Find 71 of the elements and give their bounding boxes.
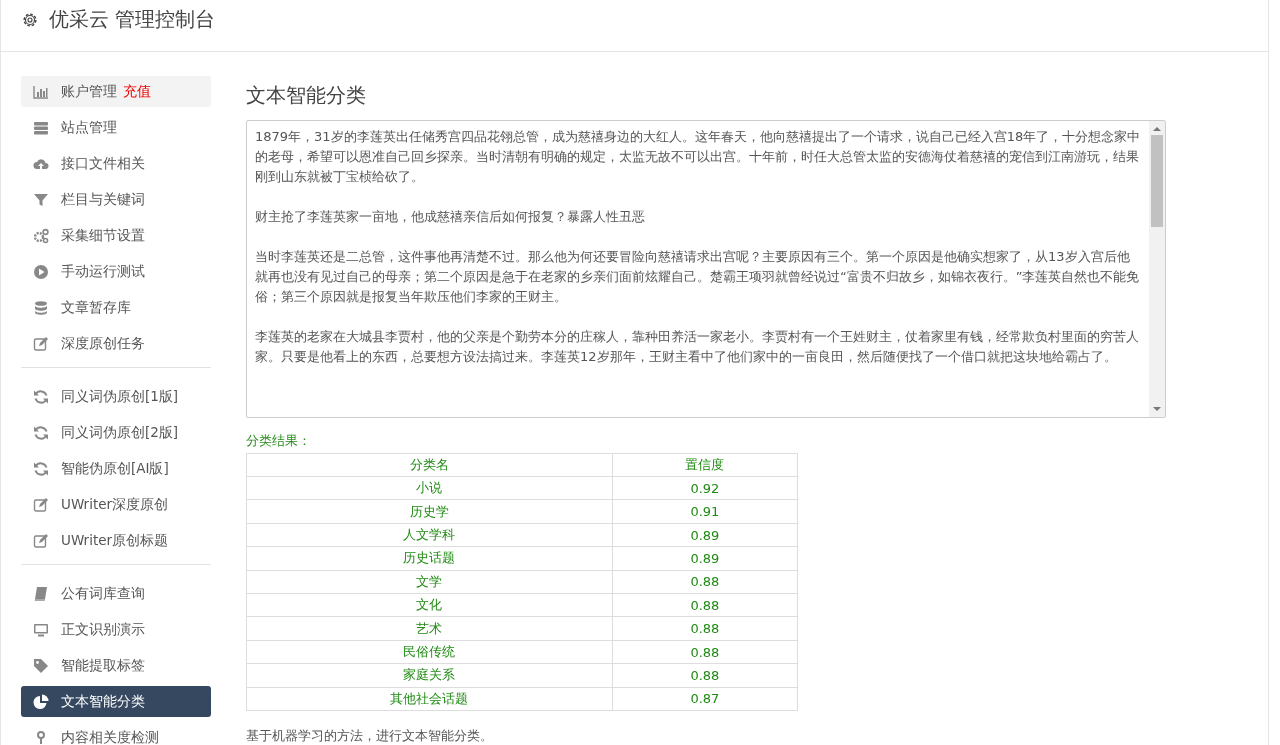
table-cell: 历史学 bbox=[246, 500, 613, 524]
edit-icon bbox=[33, 496, 49, 513]
play-icon bbox=[33, 263, 49, 280]
book-icon bbox=[33, 585, 49, 602]
article-paragraph: 财主抢了李莲英家一亩地，他成慈禧亲信后如何报复？暴露人性丑恶 bbox=[255, 208, 646, 226]
sidebar-item[interactable]: UWriter深度原创 bbox=[21, 489, 211, 520]
gears-icon bbox=[33, 227, 49, 244]
sidebar-item[interactable]: 深度原创任务 bbox=[21, 328, 211, 359]
refresh-icon bbox=[33, 460, 49, 477]
sidebar-item[interactable]: 文本智能分类 bbox=[21, 686, 211, 717]
table-cell: 小说 bbox=[246, 476, 613, 500]
sidebar-item[interactable]: 站点管理 bbox=[21, 112, 211, 143]
sidebar-item[interactable]: 公有词库查询 bbox=[21, 578, 211, 609]
table-cell: 0.88 bbox=[612, 593, 798, 617]
refresh-icon bbox=[33, 388, 49, 405]
table-cell: 文学 bbox=[246, 570, 613, 594]
article-paragraph: 1879年，31岁的李莲英出任储秀宫四品花翎总管，成为慈禧身边的大红人。这年春天，他向慈禧提出了一个请求，说自己已经入宫18年了，十分想念家中的老母，希望可以恩准自己回乡探亲。当时清朝有明确的规定，太监无故不可以出宫。十年前，时任大总管太监的安德海仗着慈禧的宠信到江南游玩，结果刚到山东就被丁宝桢给砍了。 bbox=[255, 128, 1141, 186]
pie-chart-icon bbox=[33, 693, 49, 710]
settings-icon bbox=[21, 10, 39, 29]
tag-icon bbox=[33, 657, 49, 674]
sidebar-item[interactable]: 文章暂存库 bbox=[21, 292, 211, 323]
sidebar-item[interactable]: 内容相关度检测 bbox=[21, 722, 211, 745]
table-cell: 0.88 bbox=[612, 616, 798, 641]
sidebar-item[interactable]: 同义词伪原创[2版] bbox=[21, 417, 211, 448]
table-cell: 人文学科 bbox=[246, 523, 613, 547]
result-label: 分类结果： bbox=[246, 431, 312, 450]
sidebar-item[interactable]: 同义词伪原创[1版] bbox=[21, 381, 211, 412]
sidebar-item[interactable]: UWriter原创标题 bbox=[21, 525, 211, 556]
table-cell: 0.88 bbox=[612, 663, 798, 688]
database-icon bbox=[33, 299, 49, 316]
table-cell: 文化 bbox=[246, 593, 613, 617]
article-paragraph: 当时李莲英还是二总管，这件事他再清楚不过。那么他为何还要冒险向慈禧请求出宫呢？主要原因有三个。第一个原因是他确实想家了，从13岁入宫后他就再也没有见过自己的母亲；第二个原因是急于在老家的乡亲们面前炫耀自己。楚霸王项羽就曾经说过“富贵不归故乡，如锦衣夜行。”李莲英自然也不能免俗；第三个原因就是报复当年欺压他们李家的王财主。 bbox=[255, 248, 1141, 306]
scroll-up-icon[interactable] bbox=[1153, 125, 1161, 133]
table-cell: 0.89 bbox=[612, 523, 798, 547]
table-cell: 0.87 bbox=[612, 687, 798, 711]
table-cell: 历史话题 bbox=[246, 546, 613, 571]
column-header: 分类名 bbox=[246, 453, 613, 477]
article-paragraph: 李莲英的老家在大城县李贾村，他的父亲是个勤劳本分的庄稼人，靠种田养活一家老小。李贾村有一个王姓财主，仗着家里有钱，经常欺负村里面的穷苦人家。只要是他看上的东西，总要想方设法搞过来。李莲英12岁那年，王财主看中了他们家中的一亩良田，然后随便找了一个借口就把这块地给霸占了。 bbox=[255, 328, 1140, 366]
article-text-area[interactable] bbox=[246, 120, 1166, 418]
sidebar-item[interactable]: 账户管理 充值 bbox=[21, 76, 211, 107]
sidebar-item[interactable]: 采集细节设置 bbox=[21, 220, 211, 251]
refresh-icon bbox=[33, 424, 49, 441]
filter-icon bbox=[33, 191, 49, 208]
table-cell: 其他社会话题 bbox=[246, 687, 613, 711]
recharge-link[interactable]: 充值 bbox=[123, 82, 151, 99]
table-cell: 民俗传统 bbox=[246, 640, 613, 664]
page-title: 文本智能分类 bbox=[246, 82, 367, 109]
monitor-icon bbox=[33, 621, 49, 638]
sidebar-item[interactable]: 智能伪原创[AI版] bbox=[21, 453, 211, 484]
scrollbar[interactable] bbox=[1149, 121, 1165, 417]
table-cell: 家庭关系 bbox=[246, 663, 613, 688]
sidebar-item[interactable]: 栏目与关键词 bbox=[21, 184, 211, 215]
column-header: 置信度 bbox=[612, 453, 798, 477]
edit-icon bbox=[33, 335, 49, 352]
scrollbar-thumb[interactable] bbox=[1151, 135, 1163, 227]
sidebar-item[interactable]: 正文识别演示 bbox=[21, 614, 211, 645]
description-text: 基于机器学习的方法，进行文本智能分类。 bbox=[246, 727, 494, 745]
table-cell: 0.89 bbox=[612, 546, 798, 571]
edit-icon bbox=[33, 532, 49, 549]
app-title: 优采云 管理控制台 bbox=[49, 6, 216, 33]
scroll-down-icon[interactable] bbox=[1153, 404, 1161, 413]
table-cell: 0.92 bbox=[612, 476, 798, 500]
sidebar-item[interactable]: 智能提取标签 bbox=[21, 650, 211, 681]
chart-icon bbox=[33, 83, 49, 100]
sidebar-item[interactable]: 接口文件相关 bbox=[21, 148, 211, 179]
table-cell: 0.88 bbox=[612, 640, 798, 664]
server-icon bbox=[33, 119, 49, 136]
table-cell: 艺术 bbox=[246, 616, 613, 641]
table-cell: 0.91 bbox=[612, 500, 798, 524]
table-cell: 0.88 bbox=[612, 570, 798, 594]
sidebar-item[interactable]: 手动运行测试 bbox=[21, 256, 211, 287]
